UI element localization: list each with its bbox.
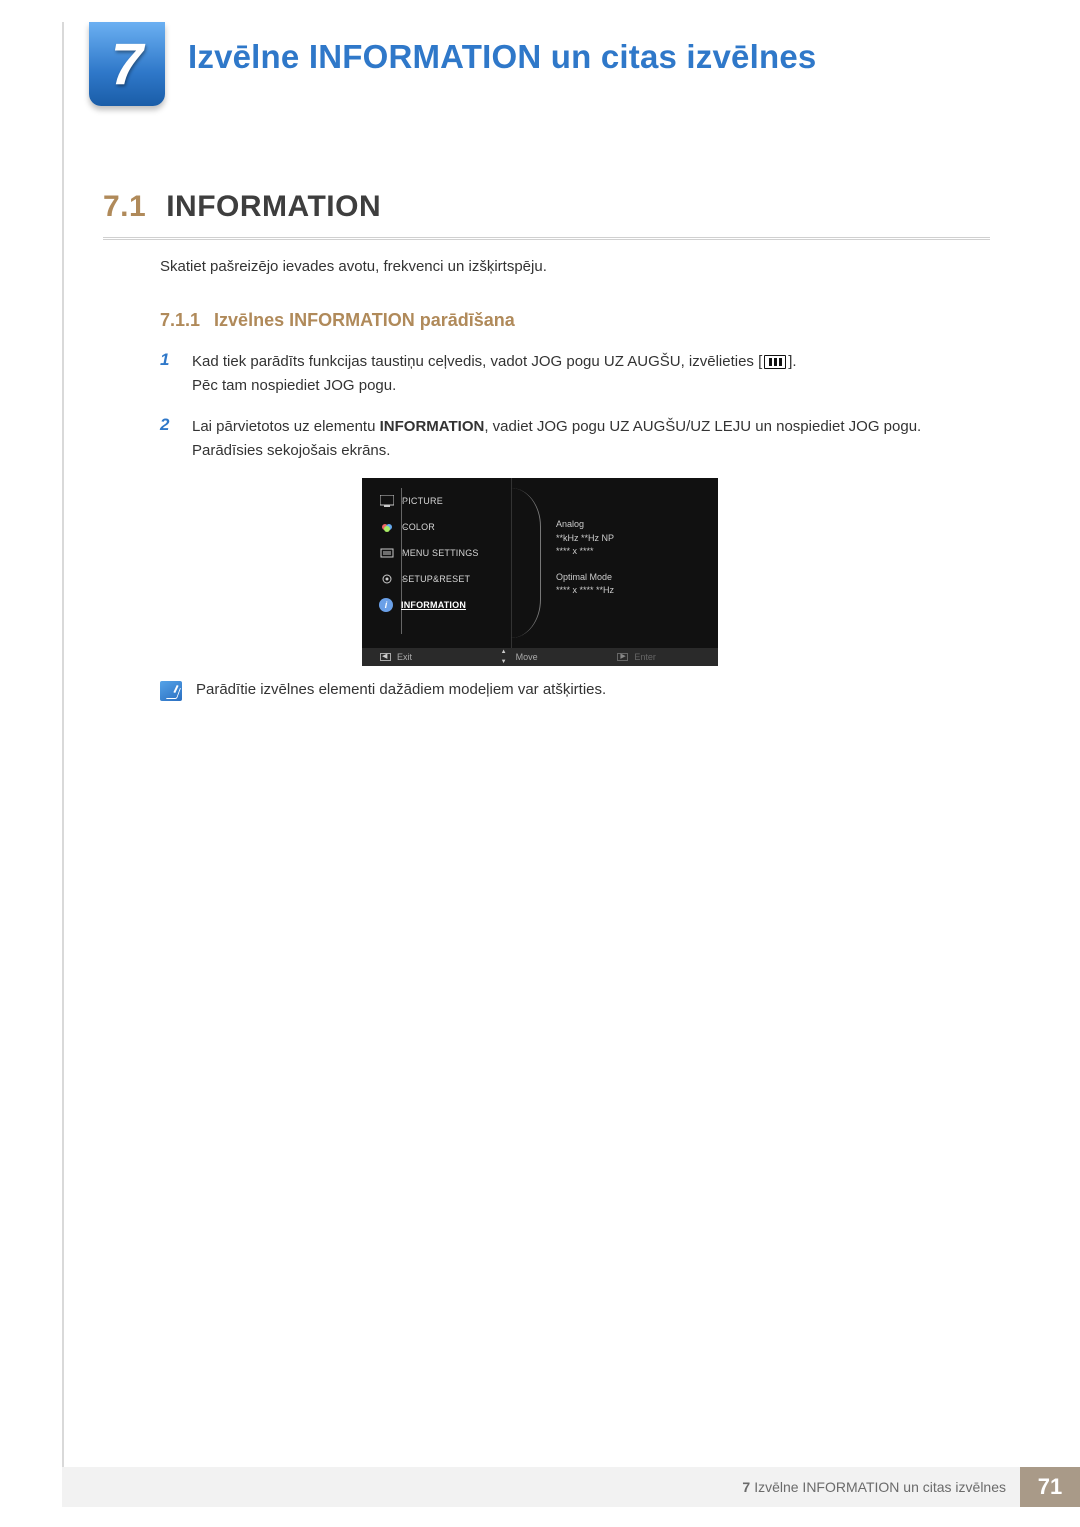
side-rule — [62, 22, 64, 1469]
footer-chapter-ref: 7 Izvēlne INFORMATION un citas izvēlnes — [62, 1467, 1020, 1507]
section-heading: 7.1 INFORMATION — [103, 190, 381, 224]
osd-screenshot: PICTURE COLOR MENU SETTINGS SETUP&RESET — [362, 478, 718, 666]
osd-item-picture: PICTURE — [362, 488, 511, 514]
subsection-heading: 7.1.1 Izvēlnes INFORMATION parādīšana — [160, 310, 515, 331]
osd-footer-exit: Exit — [362, 652, 481, 662]
chapter-title: Izvēlne INFORMATION un citas izvēlnes — [188, 38, 816, 76]
osd-body: PICTURE COLOR MENU SETTINGS SETUP&RESET — [362, 478, 718, 648]
note-text: Parādītie izvēlnes elementi dažādiem mod… — [196, 681, 606, 698]
section-rule — [103, 237, 990, 240]
updown-icon — [499, 652, 510, 662]
manual-page: 7 Izvēlne INFORMATION un citas izvēlnes … — [0, 0, 1080, 1527]
information-icon: i — [379, 598, 393, 612]
osd-menu: PICTURE COLOR MENU SETTINGS SETUP&RESET — [362, 478, 512, 648]
osd-footer-enter: Enter — [599, 652, 718, 662]
subsection-title: Izvēlnes INFORMATION parādīšana — [214, 310, 515, 331]
page-number: 71 — [1020, 1467, 1080, 1507]
setup-reset-icon — [380, 573, 394, 585]
step-text: Kad tiek parādīts funkcijas taustiņu ceļ… — [192, 350, 990, 398]
step-2: 2 Lai pārvietotos uz elementu INFORMATIO… — [160, 415, 990, 463]
step-number: 1 — [160, 350, 178, 398]
section-title: INFORMATION — [166, 190, 381, 224]
osd-item-color: COLOR — [362, 514, 511, 540]
osd-footer-move: Move — [481, 652, 600, 662]
osd-footer: Exit Move Enter — [362, 648, 718, 666]
osd-item-menu-settings: MENU SETTINGS — [362, 540, 511, 566]
page-footer: 7 Izvēlne INFORMATION un citas izvēlnes … — [62, 1467, 1080, 1507]
menu-settings-icon — [380, 547, 394, 559]
osd-info-panel: Analog **kHz **Hz NP **** x **** Optimal… — [512, 478, 718, 648]
chapter-number: 7 — [111, 31, 143, 98]
menu-icon — [764, 355, 786, 369]
chapter-tab: 7 — [89, 22, 165, 106]
subsection-number: 7.1.1 — [160, 310, 200, 331]
picture-icon — [380, 495, 394, 507]
note: Parādītie izvēlnes elementi dažādiem mod… — [160, 681, 990, 701]
osd-curve-line — [511, 488, 541, 638]
step-text: Lai pārvietotos uz elementu INFORMATION,… — [192, 415, 990, 463]
section-intro: Skatiet pašreizējo ievades avotu, frekve… — [160, 258, 547, 275]
step-number: 2 — [160, 415, 178, 463]
note-icon — [160, 681, 182, 701]
section-number: 7.1 — [103, 190, 146, 224]
right-icon — [617, 653, 628, 661]
osd-item-setup-reset: SETUP&RESET — [362, 566, 511, 592]
left-icon — [380, 653, 391, 661]
step-1: 1 Kad tiek parādīts funkcijas taustiņu c… — [160, 350, 990, 398]
osd-info-text: Analog **kHz **Hz NP **** x **** Optimal… — [556, 518, 614, 598]
color-icon — [380, 521, 394, 533]
osd-item-information: i INFORMATION — [362, 592, 511, 618]
